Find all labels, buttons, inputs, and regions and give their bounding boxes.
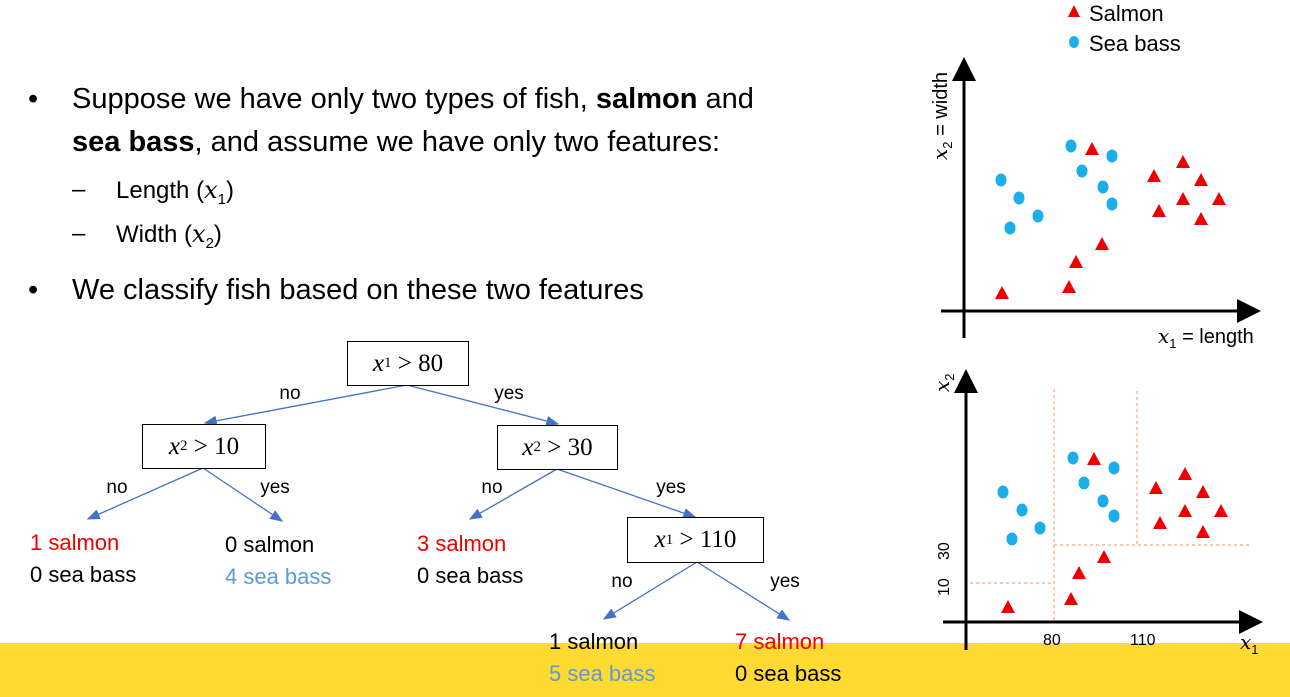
- plot1-salmon-point: [1212, 192, 1226, 205]
- plot2-seabass-point: [1067, 451, 1079, 465]
- plot1-seabass-point: [995, 173, 1007, 187]
- label-sub: 2: [940, 141, 955, 149]
- plot2-seabass-point: [1108, 461, 1120, 475]
- plot1-salmon-point: [1069, 255, 1083, 268]
- plot1-salmon-point: [1194, 173, 1208, 186]
- label-var: x: [1240, 630, 1252, 654]
- slide: • Suppose we have only two types of fish…: [0, 0, 1290, 697]
- plot1-salmon-point: [1147, 169, 1161, 182]
- x-tick-110: 110: [1130, 632, 1156, 649]
- plot2-y-label: x2: [930, 373, 957, 392]
- plot1-salmon-point: [1062, 280, 1076, 293]
- plot2-salmon-point: [1153, 516, 1167, 529]
- plot2-seabass-point: [1078, 476, 1090, 490]
- label-var: x: [1158, 324, 1170, 348]
- plot1-y-label: x2 = width: [928, 72, 955, 160]
- plot1-salmon-point: [1095, 237, 1109, 250]
- plot1-seabass-point: [1065, 139, 1077, 153]
- plot2-salmon-point: [1196, 485, 1210, 498]
- scatter-plots: [941, 57, 1263, 650]
- plot1-seabass-point: [1004, 221, 1016, 235]
- plot1-seabass-point: [1013, 191, 1025, 205]
- plot2-x-label: x1: [1240, 630, 1259, 657]
- plot2-salmon-point: [1097, 550, 1111, 563]
- plot2-seabass-point: [1108, 509, 1120, 523]
- plot1-salmon-point: [995, 286, 1009, 299]
- plot2-salmon-point: [1196, 525, 1210, 538]
- plot1-seabass-point: [1097, 180, 1109, 194]
- plot2-seabass-point: [1006, 532, 1018, 546]
- y-tick-10: 10: [936, 578, 953, 596]
- plot2-salmon-point: [1214, 504, 1228, 517]
- plot1-x-label: x1 = length: [1158, 324, 1254, 351]
- plot1-seabass-point: [1106, 149, 1118, 163]
- plot2-salmon-point: [1001, 600, 1015, 613]
- plot1-seabass-point: [1076, 164, 1088, 178]
- label-sub: 2: [942, 373, 957, 381]
- plot2-salmon-point: [1072, 566, 1086, 579]
- label-sub: 1: [1251, 642, 1259, 657]
- plot1-salmon-point: [1152, 204, 1166, 217]
- plot1-salmon-point: [1176, 155, 1190, 168]
- x-tick-80: 80: [1043, 632, 1061, 649]
- plot1-seabass-point: [1032, 209, 1044, 223]
- plot2-salmon-point: [1178, 504, 1192, 517]
- plot2-salmon-point: [1064, 592, 1078, 605]
- label-text: = length: [1176, 326, 1254, 348]
- plot2-salmon-point: [1178, 467, 1192, 480]
- plot2-seabass-point: [997, 485, 1009, 499]
- plot2-seabass-point: [1034, 521, 1046, 535]
- plot1-seabass-point: [1106, 197, 1118, 211]
- plot1-salmon-point: [1085, 142, 1099, 155]
- label-sub: 1: [1169, 336, 1177, 351]
- label-text: = width: [930, 72, 952, 142]
- label-var: x: [930, 380, 954, 392]
- plot2-salmon-point: [1149, 481, 1163, 494]
- plot2-salmon-point: [1087, 452, 1101, 465]
- y-tick-30: 30: [936, 542, 953, 560]
- label-var: x: [928, 148, 952, 160]
- plot1-salmon-point: [1194, 212, 1208, 225]
- plot2-seabass-point: [1097, 494, 1109, 508]
- plot2-seabass-point: [1016, 503, 1028, 517]
- plot1-salmon-point: [1176, 192, 1190, 205]
